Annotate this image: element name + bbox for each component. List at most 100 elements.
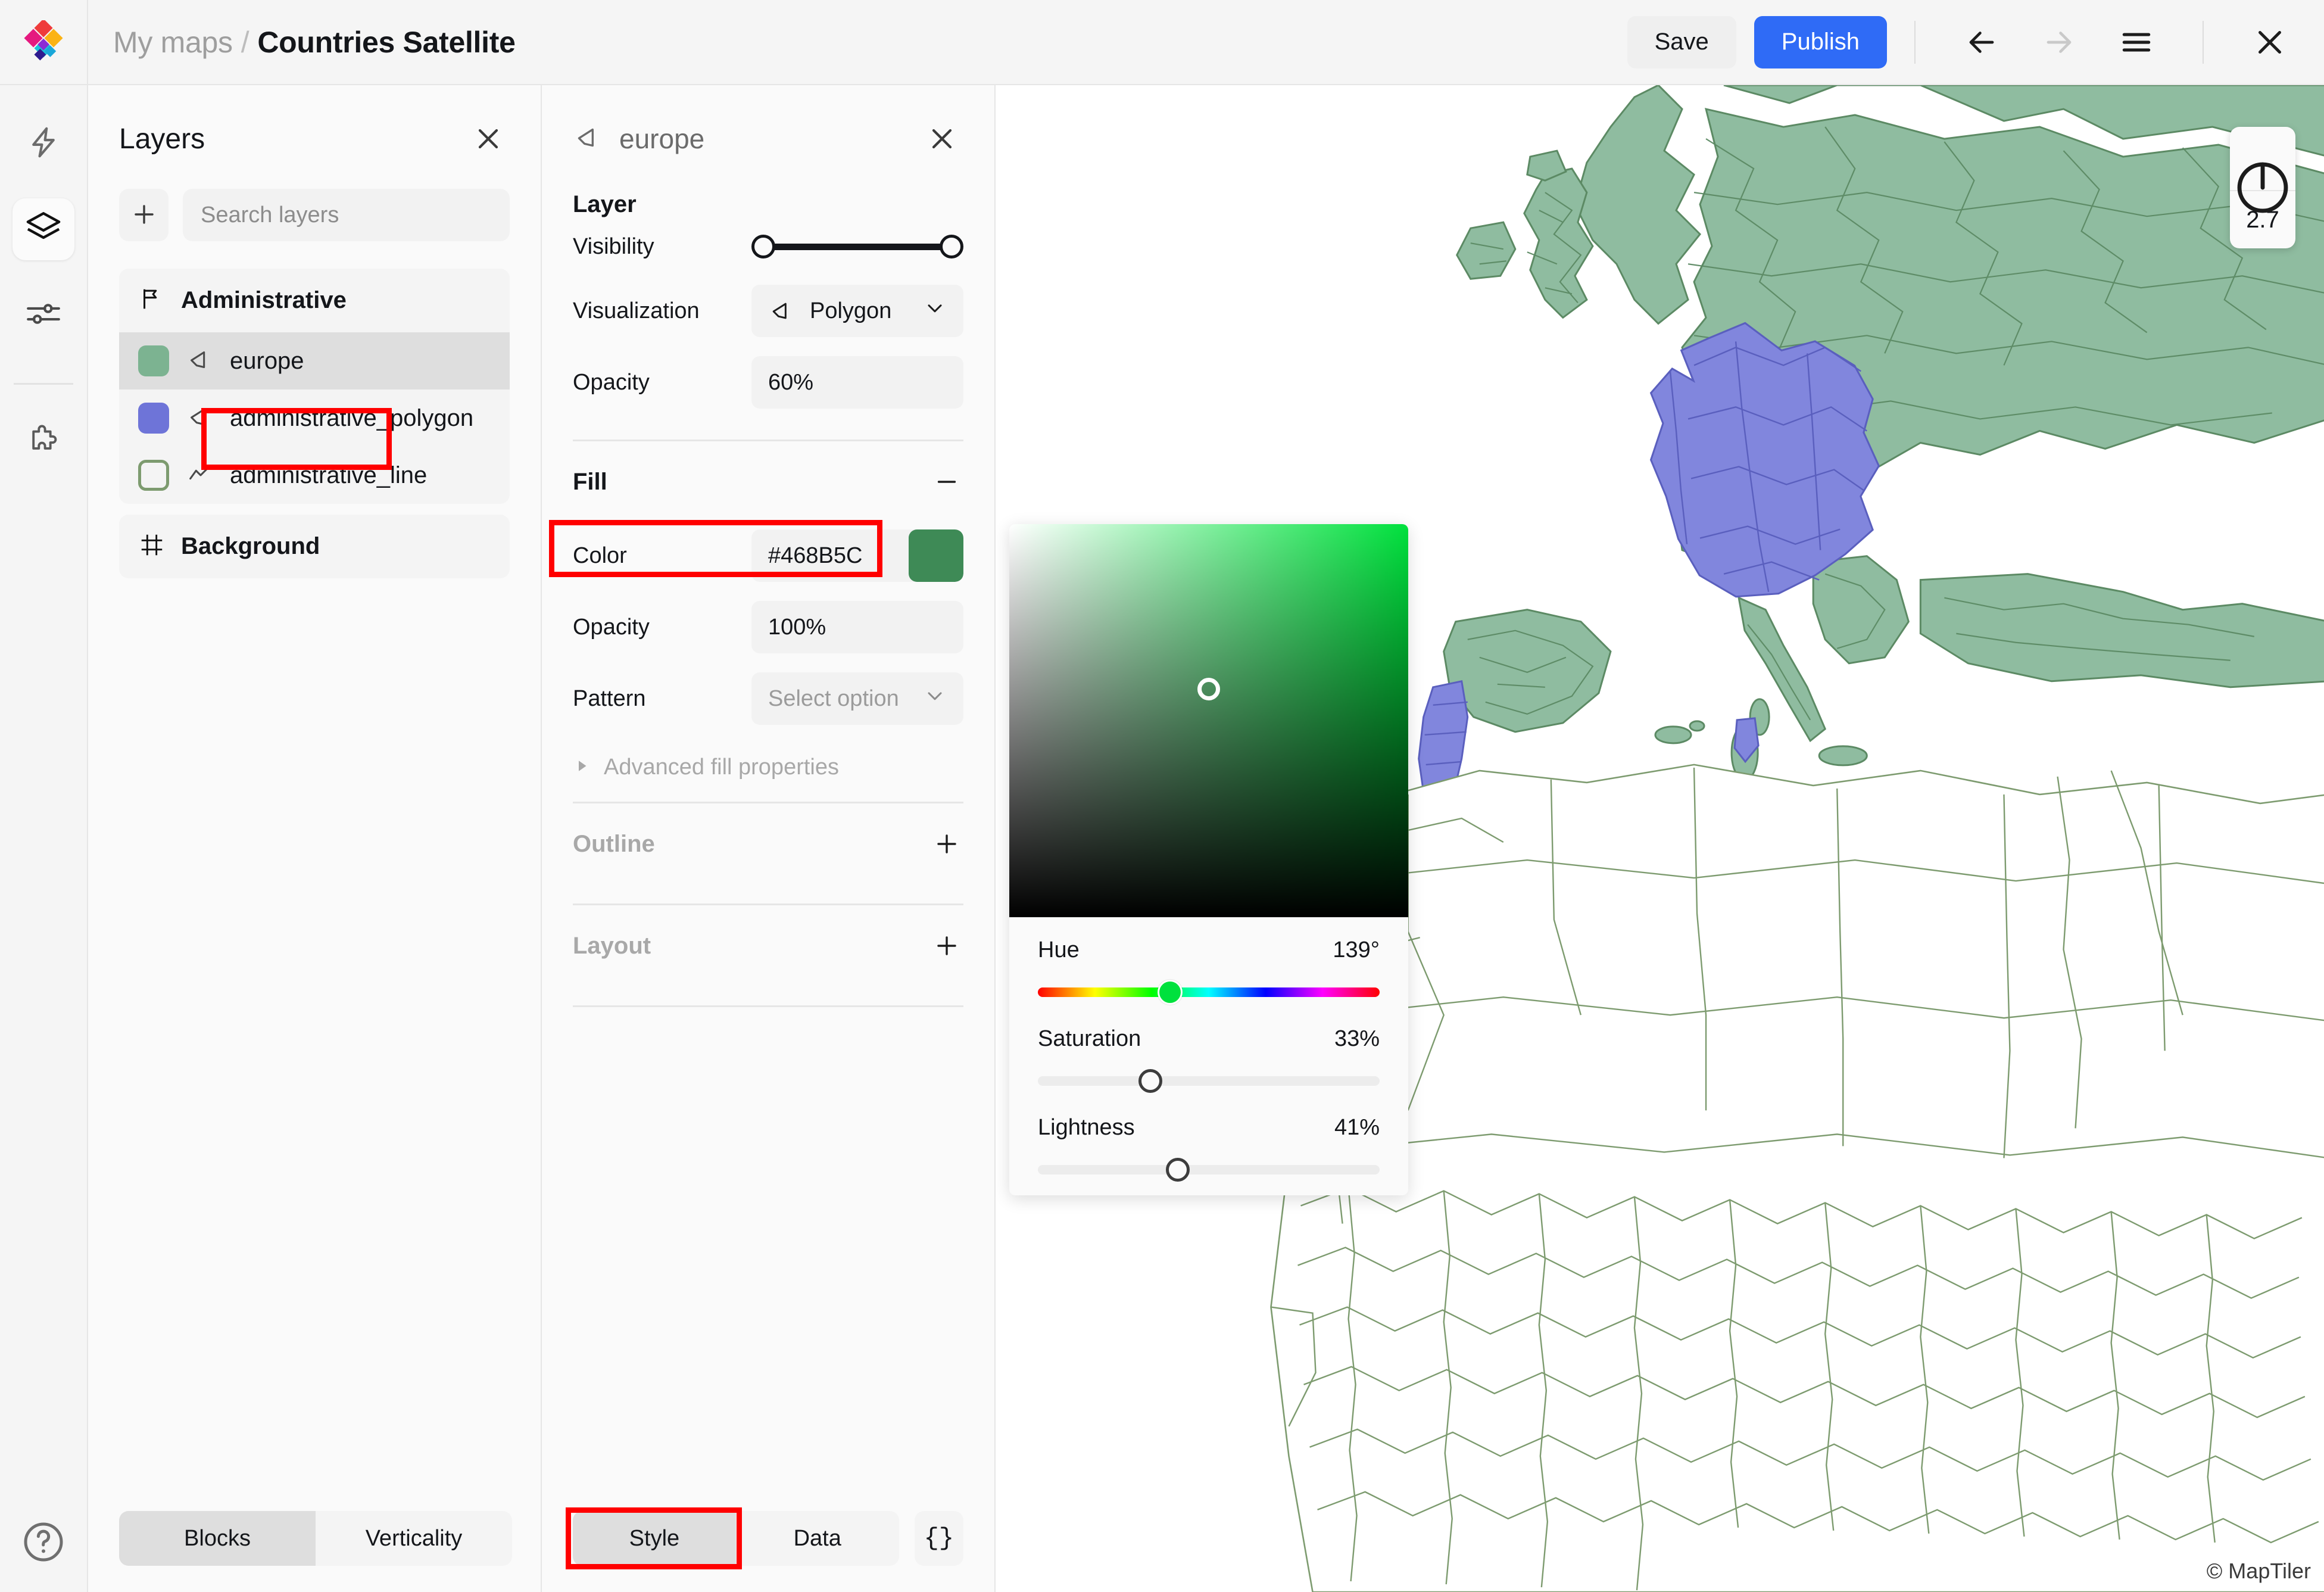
tab-style[interactable]: Style bbox=[573, 1511, 736, 1566]
hue-value: 139° bbox=[1333, 937, 1380, 963]
close-icon[interactable] bbox=[921, 117, 963, 160]
help-circle-icon[interactable] bbox=[20, 1518, 67, 1566]
property-label: Opacity bbox=[573, 615, 751, 640]
layers-list: Administrative europe bbox=[88, 241, 541, 589]
layer-group-header[interactable]: Administrative bbox=[119, 269, 510, 332]
range-knob-min[interactable] bbox=[751, 235, 775, 258]
rail-item-tune[interactable] bbox=[13, 284, 74, 346]
layers-panel: Layers bbox=[88, 85, 542, 1592]
style-panel-footer: Style Data {} bbox=[542, 1511, 994, 1592]
property-layer-opacity: Opacity 60% bbox=[542, 347, 994, 418]
lightning-bolt-icon bbox=[25, 124, 62, 164]
saturation-control: Saturation 33% bbox=[1009, 1006, 1408, 1095]
line-icon bbox=[186, 460, 213, 491]
arrow-right-icon[interactable] bbox=[2036, 19, 2082, 66]
section-title-outline: Outline bbox=[573, 831, 655, 858]
app-logo-cell[interactable] bbox=[0, 0, 88, 85]
breadcrumb-separator: / bbox=[241, 25, 249, 60]
layer-opacity-input[interactable]: 60% bbox=[751, 356, 963, 409]
plus-icon[interactable] bbox=[930, 827, 963, 861]
hue-control: Hue 139° bbox=[1009, 917, 1408, 1006]
section-title-layout: Layout bbox=[573, 933, 651, 959]
layer-color-swatch bbox=[138, 460, 169, 491]
section-header-fill: Fill bbox=[542, 441, 994, 520]
saturation-value: 33% bbox=[1334, 1026, 1380, 1052]
puzzle-piece-icon bbox=[25, 422, 62, 462]
layers-panel-header: Layers bbox=[88, 85, 541, 160]
search-layers-input[interactable] bbox=[183, 189, 510, 241]
layer-group-header[interactable]: Background bbox=[119, 515, 510, 578]
section-title-layer: Layer bbox=[542, 160, 994, 218]
section-header-outline: Outline bbox=[542, 803, 994, 882]
add-layer-button[interactable] bbox=[119, 189, 169, 241]
polygon-icon bbox=[186, 346, 213, 376]
lightness-slider[interactable] bbox=[1038, 1156, 1380, 1183]
layer-row-administrative-line[interactable]: administrative_line bbox=[119, 447, 510, 504]
flag-icon bbox=[138, 285, 166, 316]
hue-knob[interactable] bbox=[1158, 980, 1183, 1005]
sliders-icon bbox=[25, 295, 62, 335]
save-button[interactable]: Save bbox=[1627, 16, 1736, 68]
close-icon[interactable] bbox=[2247, 19, 2293, 66]
arrow-left-icon[interactable] bbox=[1958, 19, 2005, 66]
fill-opacity-input[interactable]: 100% bbox=[751, 601, 963, 653]
fill-color-chip[interactable] bbox=[909, 529, 963, 582]
saturation-slider[interactable] bbox=[1038, 1067, 1380, 1095]
rail-item-plugins[interactable] bbox=[13, 411, 74, 473]
hamburger-menu-icon[interactable] bbox=[2113, 19, 2160, 66]
property-label: Opacity bbox=[573, 370, 751, 395]
toolbar-divider-2 bbox=[2203, 21, 2204, 64]
fill-color-input[interactable]: #468B5C bbox=[751, 529, 963, 582]
color-picker-popup[interactable]: Hue 139° Saturation 33% Lightness 41% bbox=[1009, 524, 1408, 1195]
tab-verticality[interactable]: Verticality bbox=[316, 1511, 512, 1566]
visualization-select[interactable]: Polygon bbox=[751, 285, 963, 337]
layer-color-swatch bbox=[138, 403, 169, 434]
triangle-right-icon bbox=[573, 757, 591, 778]
layer-group-name: Administrative bbox=[181, 287, 347, 314]
map-attribution[interactable]: © MapTiler bbox=[2207, 1559, 2311, 1584]
property-fill-color: Color #468B5C bbox=[542, 520, 994, 591]
style-tabs: Style Data bbox=[573, 1511, 899, 1566]
breadcrumb-parent[interactable]: My maps bbox=[113, 25, 233, 60]
visibility-range-slider[interactable] bbox=[751, 233, 963, 260]
layer-name: administrative_line bbox=[230, 462, 427, 489]
property-fill-pattern: Pattern Select option bbox=[542, 663, 994, 734]
advanced-fill-properties-label: Advanced fill properties bbox=[604, 755, 839, 780]
layer-group-name: Background bbox=[181, 533, 320, 560]
fill-pattern-select[interactable]: Select option bbox=[751, 672, 963, 725]
hue-track bbox=[1038, 987, 1380, 997]
rail-item-lightning[interactable] bbox=[13, 113, 74, 175]
layer-row-administrative-polygon[interactable]: administrative_polygon bbox=[119, 390, 510, 447]
saturation-value-area[interactable] bbox=[1009, 524, 1408, 917]
style-panel: europe Layer Visibility Visualization bbox=[542, 85, 996, 1592]
lightness-knob[interactable] bbox=[1166, 1158, 1190, 1182]
map-zoom-indicator[interactable]: 2.7 bbox=[2230, 127, 2295, 248]
toolbar-divider bbox=[1914, 21, 1916, 64]
layers-panel-title: Layers bbox=[119, 123, 205, 155]
polygon-icon bbox=[186, 403, 213, 434]
property-label: Color bbox=[573, 543, 751, 569]
section-divider-4 bbox=[573, 1005, 963, 1007]
saturation-knob[interactable] bbox=[1138, 1069, 1162, 1093]
lightness-value: 41% bbox=[1334, 1115, 1380, 1141]
range-knob-max[interactable] bbox=[940, 235, 963, 258]
top-bar: My maps / Countries Satellite Save Publi… bbox=[0, 0, 2324, 85]
minus-icon[interactable] bbox=[930, 465, 963, 499]
plus-icon bbox=[130, 200, 158, 230]
property-label: Visualization bbox=[573, 298, 751, 324]
hue-slider[interactable] bbox=[1038, 979, 1380, 1006]
close-icon[interactable] bbox=[467, 117, 510, 160]
tab-blocks[interactable]: Blocks bbox=[119, 1511, 316, 1566]
rail-item-layers[interactable] bbox=[13, 198, 74, 260]
sv-cursor-handle[interactable] bbox=[1197, 678, 1220, 700]
left-rail bbox=[0, 85, 88, 1592]
layer-row-europe[interactable]: europe bbox=[119, 332, 510, 390]
layer-name: administrative_polygon bbox=[230, 405, 473, 432]
code-view-button[interactable]: {} bbox=[915, 1511, 963, 1566]
publish-button[interactable]: Publish bbox=[1754, 16, 1887, 68]
compass-icon[interactable] bbox=[2230, 127, 2295, 190]
advanced-fill-properties-toggle[interactable]: Advanced fill properties bbox=[542, 734, 994, 780]
tab-data[interactable]: Data bbox=[736, 1511, 899, 1566]
hue-label: Hue bbox=[1038, 937, 1080, 963]
plus-icon[interactable] bbox=[930, 929, 963, 962]
